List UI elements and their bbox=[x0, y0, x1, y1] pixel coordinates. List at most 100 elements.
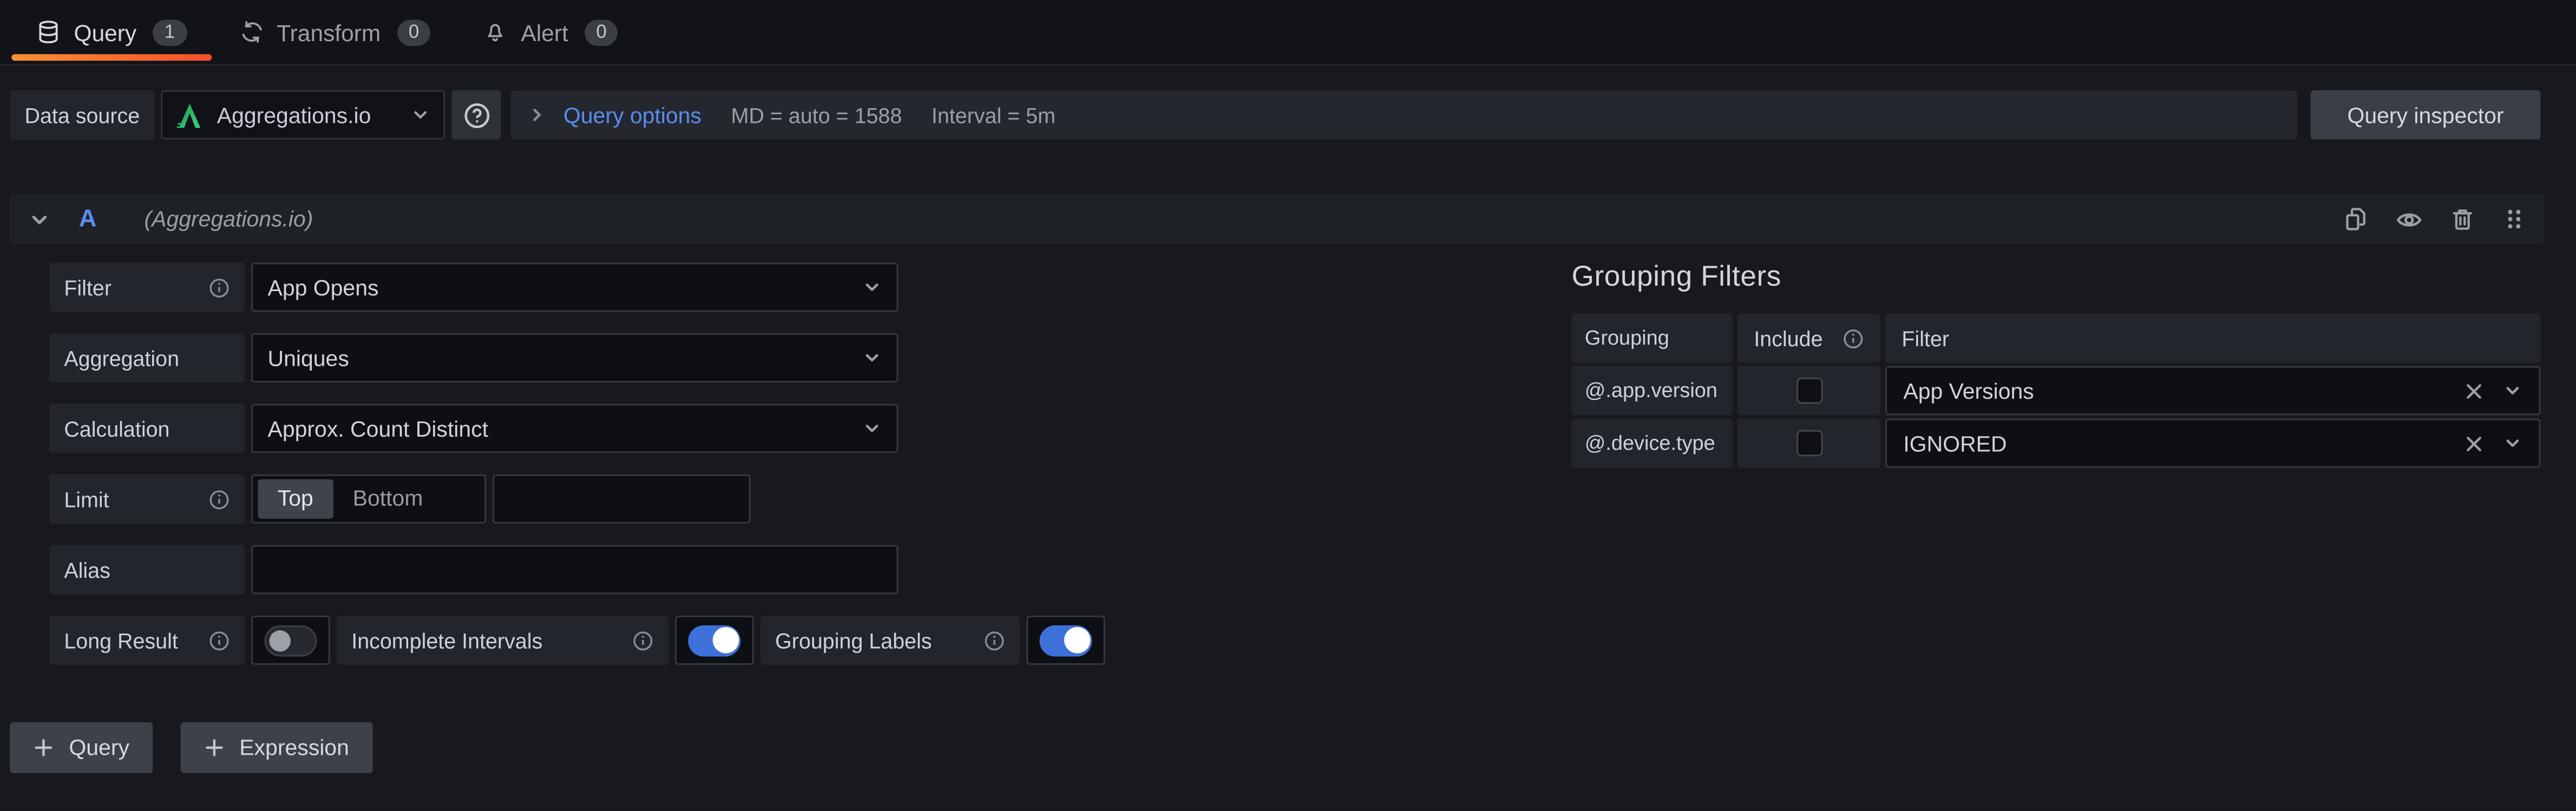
grouping-key-label: @.app.version bbox=[1571, 366, 1732, 416]
query-editor-form: Filter App Opens Aggregation Uniques Cal… bbox=[49, 262, 1105, 686]
chevron-down-icon bbox=[862, 348, 882, 367]
chevron-down-icon bbox=[2503, 433, 2522, 453]
drag-handle-icon[interactable] bbox=[2503, 207, 2526, 232]
grouping-filters-header: Grouping Include Filter bbox=[1571, 313, 2540, 362]
filter-select[interactable]: App Opens bbox=[251, 262, 898, 312]
info-circle-icon[interactable] bbox=[1843, 327, 1864, 348]
long-result-label: Long Result bbox=[49, 616, 245, 665]
column-header-grouping: Grouping bbox=[1571, 313, 1732, 362]
limit-bottom-option[interactable]: Bottom bbox=[333, 479, 443, 519]
tab-query[interactable]: Query 1 bbox=[10, 0, 213, 64]
grouping-key-label: @.device.type bbox=[1571, 419, 1732, 468]
grouping-filter-row: @.device.type IGNORED bbox=[1571, 419, 2540, 468]
include-checkbox[interactable] bbox=[1796, 378, 1823, 404]
toggles-row: Long Result Incomplete Intervals Groupin… bbox=[49, 616, 1105, 665]
filter-label: Filter bbox=[49, 262, 245, 312]
query-options-bar: Query options MD = auto = 1588 Interval … bbox=[511, 90, 2298, 140]
clear-x-icon[interactable] bbox=[2463, 432, 2485, 453]
incomplete-intervals-toggle[interactable] bbox=[675, 616, 754, 665]
datasource-label: Data source bbox=[10, 90, 154, 140]
query-row-actions bbox=[2343, 206, 2526, 233]
chevron-down-icon bbox=[862, 419, 882, 438]
limit-label: Limit bbox=[49, 474, 245, 524]
limit-direction-segmented-control: Top Bottom bbox=[251, 474, 486, 524]
chevron-down-icon bbox=[2503, 381, 2522, 400]
database-icon bbox=[36, 19, 61, 44]
aggregation-select[interactable]: Uniques bbox=[251, 333, 898, 383]
include-cell bbox=[1738, 419, 1880, 468]
active-tab-underline bbox=[11, 54, 211, 61]
info-circle-icon[interactable] bbox=[208, 630, 230, 651]
grouping-filters-title: Grouping Filters bbox=[1571, 259, 2540, 294]
clear-x-icon[interactable] bbox=[2463, 380, 2485, 401]
trash-icon[interactable] bbox=[2450, 207, 2475, 232]
include-cell bbox=[1738, 366, 1880, 416]
calculation-row: Calculation Approx. Count Distinct bbox=[49, 404, 1105, 453]
query-row-header: A (Aggregations.io) bbox=[10, 194, 2544, 245]
panel-editor-screen: Query 1 Transform 0 Alert 0 Data source bbox=[0, 0, 2576, 811]
help-circle-icon bbox=[462, 101, 490, 129]
calculation-select[interactable]: Approx. Count Distinct bbox=[251, 404, 898, 453]
query-datasource-name: (Aggregations.io) bbox=[145, 207, 313, 232]
add-expression-button[interactable]: Expression bbox=[180, 722, 372, 773]
editor-footer: Query Expression bbox=[10, 722, 372, 773]
tab-alert-count-badge: 0 bbox=[585, 19, 618, 45]
add-query-button[interactable]: Query bbox=[10, 722, 152, 773]
plus-icon bbox=[203, 737, 224, 758]
copy-icon[interactable] bbox=[2343, 207, 2368, 232]
datasource-help-button[interactable] bbox=[452, 90, 501, 140]
alias-label: Alias bbox=[49, 545, 245, 594]
toggle-off bbox=[264, 624, 317, 656]
filter-row: Filter App Opens bbox=[49, 262, 1105, 312]
limit-row: Limit Top Bottom bbox=[49, 474, 1105, 524]
aggregation-label: Aggregation bbox=[49, 333, 245, 383]
toggle-on bbox=[1039, 624, 1092, 656]
alias-row: Alias bbox=[49, 545, 1105, 594]
grouping-filter-select[interactable]: IGNORED bbox=[1885, 419, 2541, 468]
info-circle-icon[interactable] bbox=[208, 276, 230, 298]
column-header-include: Include bbox=[1738, 313, 1880, 362]
column-header-filter: Filter bbox=[1885, 313, 2541, 362]
tab-query-label: Query bbox=[74, 19, 137, 45]
plus-icon bbox=[33, 737, 54, 758]
include-checkbox[interactable] bbox=[1796, 430, 1823, 457]
long-result-toggle[interactable] bbox=[251, 616, 330, 665]
aggregation-row: Aggregation Uniques bbox=[49, 333, 1105, 383]
grouping-filter-row: @.app.version App Versions bbox=[1571, 366, 2540, 416]
calculation-label: Calculation bbox=[49, 404, 245, 453]
limit-top-option[interactable]: Top bbox=[258, 479, 333, 519]
chevron-right-icon[interactable] bbox=[527, 105, 547, 124]
query-options-link[interactable]: Query options bbox=[563, 103, 702, 128]
toggle-on bbox=[688, 624, 740, 656]
tab-transform-label: Transform bbox=[277, 19, 381, 45]
tab-transform-count-badge: 0 bbox=[397, 19, 431, 45]
grouping-filters-section: Grouping Filters Grouping Include Filter… bbox=[1571, 259, 2540, 471]
incomplete-intervals-label: Incomplete Intervals bbox=[337, 616, 668, 665]
info-circle-icon[interactable] bbox=[208, 489, 230, 510]
tab-transform[interactable]: Transform 0 bbox=[213, 0, 457, 64]
grouping-filter-select[interactable]: App Versions bbox=[1885, 366, 2541, 416]
query-ref-id: A bbox=[79, 205, 97, 233]
bell-icon bbox=[483, 19, 508, 44]
transform-icon bbox=[239, 19, 264, 44]
alias-input[interactable] bbox=[251, 545, 898, 594]
tab-query-count-badge: 1 bbox=[153, 19, 187, 45]
grouping-labels-toggle[interactable] bbox=[1026, 616, 1105, 665]
info-circle-icon[interactable] bbox=[984, 630, 1005, 651]
editor-tab-bar: Query 1 Transform 0 Alert 0 bbox=[0, 0, 2576, 65]
query-inspector-button[interactable]: Query inspector bbox=[2311, 90, 2541, 140]
chevron-down-icon bbox=[862, 278, 882, 297]
limit-value-input[interactable] bbox=[493, 474, 750, 524]
datasource-picker[interactable]: Aggregations.io bbox=[161, 90, 445, 140]
chevron-down-icon bbox=[411, 105, 430, 124]
eye-icon[interactable] bbox=[2396, 206, 2422, 233]
datasource-toolbar: Data source Aggregations.io bbox=[10, 90, 2540, 140]
grouping-labels-label: Grouping Labels bbox=[761, 616, 1020, 665]
aggregations-logo bbox=[176, 101, 204, 129]
interval-value: Interval = 5m bbox=[932, 103, 1056, 128]
tab-alert[interactable]: Alert 0 bbox=[457, 0, 644, 64]
info-circle-icon[interactable] bbox=[632, 630, 653, 651]
max-data-points-value: MD = auto = 1588 bbox=[731, 103, 902, 128]
datasource-picker-value: Aggregations.io bbox=[217, 103, 371, 128]
collapse-chevron-icon[interactable] bbox=[28, 208, 51, 230]
